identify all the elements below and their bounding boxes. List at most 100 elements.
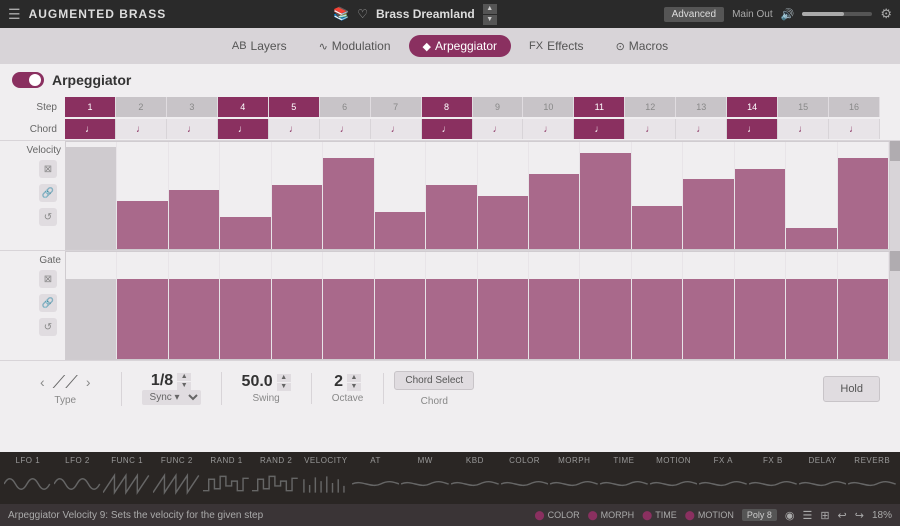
velocity-bar-6[interactable] bbox=[323, 142, 374, 249]
mod-item-mw[interactable]: MW bbox=[401, 454, 449, 502]
redo-icon[interactable]: ↪ bbox=[855, 509, 864, 522]
sync-down-button[interactable]: ▼ bbox=[177, 382, 191, 390]
library-icon[interactable]: 📚 bbox=[333, 6, 349, 22]
step-cell-1[interactable]: 1 bbox=[65, 97, 116, 117]
view-icon-2[interactable]: ☰ bbox=[802, 509, 812, 522]
step-cell-6[interactable]: 6 bbox=[320, 97, 371, 117]
gear-icon[interactable]: ⚙ bbox=[880, 6, 892, 22]
undo-icon[interactable]: ↩ bbox=[838, 509, 847, 522]
mod-item-time[interactable]: TIME bbox=[600, 454, 648, 502]
chord-cell-6[interactable]: ♩ bbox=[320, 119, 371, 139]
mod-item-func1[interactable]: FUNC 1 bbox=[103, 454, 151, 502]
step-cell-7[interactable]: 7 bbox=[371, 97, 422, 117]
view-icon-3[interactable]: ⊞ bbox=[820, 509, 829, 522]
mod-item-func2[interactable]: FUNC 2 bbox=[153, 454, 201, 502]
type-next-button[interactable]: › bbox=[86, 374, 91, 390]
mod-item-lfo2[interactable]: LFO 2 bbox=[54, 454, 102, 502]
chord-cell-1[interactable]: ♩ bbox=[65, 119, 116, 139]
tab-layers[interactable]: AB Layers bbox=[218, 35, 301, 57]
octave-up-button[interactable]: ▲ bbox=[347, 374, 361, 382]
time-status-button[interactable]: ⬤ TIME bbox=[642, 510, 677, 521]
gate-bar-14[interactable] bbox=[735, 252, 786, 359]
velocity-bar-3[interactable] bbox=[169, 142, 220, 249]
menu-icon[interactable]: ☰ bbox=[8, 6, 21, 23]
reset-gate-icon[interactable]: ↺ bbox=[39, 318, 57, 336]
velocity-bar-4[interactable] bbox=[220, 142, 271, 249]
step-cell-16[interactable]: 16 bbox=[829, 97, 880, 117]
chord-cell-11[interactable]: ♩ bbox=[574, 119, 625, 139]
arp-toggle[interactable] bbox=[12, 72, 44, 88]
gate-bar-9[interactable] bbox=[478, 252, 529, 359]
step-cell-9[interactable]: 9 bbox=[473, 97, 524, 117]
mod-item-delay[interactable]: DELAY bbox=[799, 454, 847, 502]
mod-item-kbd[interactable]: KBD bbox=[451, 454, 499, 502]
gate-bar-16[interactable] bbox=[838, 252, 889, 359]
chord-cell-16[interactable]: ♩ bbox=[829, 119, 880, 139]
tab-modulation[interactable]: ∿ Modulation bbox=[305, 35, 405, 57]
chord-cell-13[interactable]: ♩ bbox=[676, 119, 727, 139]
mod-item-color[interactable]: COLOR bbox=[501, 454, 549, 502]
velocity-bar-16[interactable] bbox=[838, 142, 889, 249]
preset-up-button[interactable]: ▲ bbox=[483, 4, 497, 14]
velocity-bar-8[interactable] bbox=[426, 142, 477, 249]
velocity-bar-15[interactable] bbox=[786, 142, 837, 249]
velocity-bar-2[interactable] bbox=[117, 142, 168, 249]
gate-bar-7[interactable] bbox=[375, 252, 426, 359]
chord-cell-14[interactable]: ♩ bbox=[727, 119, 778, 139]
gate-bar-2[interactable] bbox=[117, 252, 168, 359]
sync-spinner[interactable]: ▲ ▼ bbox=[177, 373, 191, 390]
randomize-velocity-icon[interactable]: ⊠ bbox=[39, 160, 57, 178]
mod-item-motion[interactable]: MOTION bbox=[650, 454, 698, 502]
mod-item-lfo1[interactable]: LFO 1 bbox=[4, 454, 52, 502]
gate-bar-11[interactable] bbox=[580, 252, 631, 359]
chord-cell-4[interactable]: ♩ bbox=[218, 119, 269, 139]
gate-bar-6[interactable] bbox=[323, 252, 374, 359]
chord-select-button[interactable]: Chord Select bbox=[394, 371, 474, 390]
velocity-bar-12[interactable] bbox=[632, 142, 683, 249]
step-cell-2[interactable]: 2 bbox=[116, 97, 167, 117]
morph-status-button[interactable]: ⬤ MORPH bbox=[588, 510, 635, 521]
gate-bar-4[interactable] bbox=[220, 252, 271, 359]
randomize-gate-icon[interactable]: ⊠ bbox=[39, 270, 57, 288]
advanced-button[interactable]: Advanced bbox=[664, 7, 724, 22]
motion-status-button[interactable]: ⬤ MOTION bbox=[685, 510, 734, 521]
link-velocity-icon[interactable]: 🔗 bbox=[39, 184, 57, 202]
velocity-bar-13[interactable] bbox=[683, 142, 734, 249]
type-prev-button[interactable]: ‹ bbox=[40, 374, 45, 390]
gate-bar-3[interactable] bbox=[169, 252, 220, 359]
mod-item-rand1[interactable]: RAND 1 bbox=[203, 454, 251, 502]
mod-item-morph[interactable]: MORPH bbox=[550, 454, 598, 502]
velocity-bar-9[interactable] bbox=[478, 142, 529, 249]
gate-bar-13[interactable] bbox=[683, 252, 734, 359]
step-cell-14[interactable]: 14 bbox=[727, 97, 778, 117]
mod-item-fx_b[interactable]: FX B bbox=[749, 454, 797, 502]
velocity-bar-14[interactable] bbox=[735, 142, 786, 249]
chord-cell-8[interactable]: ♩ bbox=[422, 119, 473, 139]
gate-bar-8[interactable] bbox=[426, 252, 477, 359]
step-cell-15[interactable]: 15 bbox=[778, 97, 829, 117]
heart-icon[interactable]: ♡ bbox=[357, 7, 368, 21]
swing-up-button[interactable]: ▲ bbox=[277, 374, 291, 382]
gate-bar-5[interactable] bbox=[272, 252, 323, 359]
step-cell-5[interactable]: 5 bbox=[269, 97, 320, 117]
gate-bar-15[interactable] bbox=[786, 252, 837, 359]
octave-spinner[interactable]: ▲ ▼ bbox=[347, 374, 361, 391]
color-status-button[interactable]: ⬤ COLOR bbox=[535, 510, 580, 521]
step-cell-11[interactable]: 11 bbox=[574, 97, 625, 117]
preset-down-button[interactable]: ▼ bbox=[483, 15, 497, 25]
tab-macros[interactable]: ⊙ Macros bbox=[602, 35, 683, 57]
velocity-bar-11[interactable] bbox=[580, 142, 631, 249]
tab-arpeggiator[interactable]: ◆ Arpeggiator bbox=[409, 35, 512, 57]
octave-down-button[interactable]: ▼ bbox=[347, 383, 361, 391]
swing-down-button[interactable]: ▼ bbox=[277, 383, 291, 391]
hold-button[interactable]: Hold bbox=[823, 376, 880, 402]
mod-item-velocity[interactable]: VELOCITY bbox=[302, 454, 350, 502]
mod-item-rand2[interactable]: RAND 2 bbox=[252, 454, 300, 502]
view-icon-1[interactable]: ◉ bbox=[785, 509, 795, 522]
step-cell-12[interactable]: 12 bbox=[625, 97, 676, 117]
chord-cell-9[interactable]: ♩ bbox=[473, 119, 524, 139]
volume-slider[interactable] bbox=[802, 12, 872, 16]
tab-effects[interactable]: FX Effects bbox=[515, 35, 598, 57]
velocity-bar-1[interactable] bbox=[66, 142, 117, 249]
velocity-bar-5[interactable] bbox=[272, 142, 323, 249]
